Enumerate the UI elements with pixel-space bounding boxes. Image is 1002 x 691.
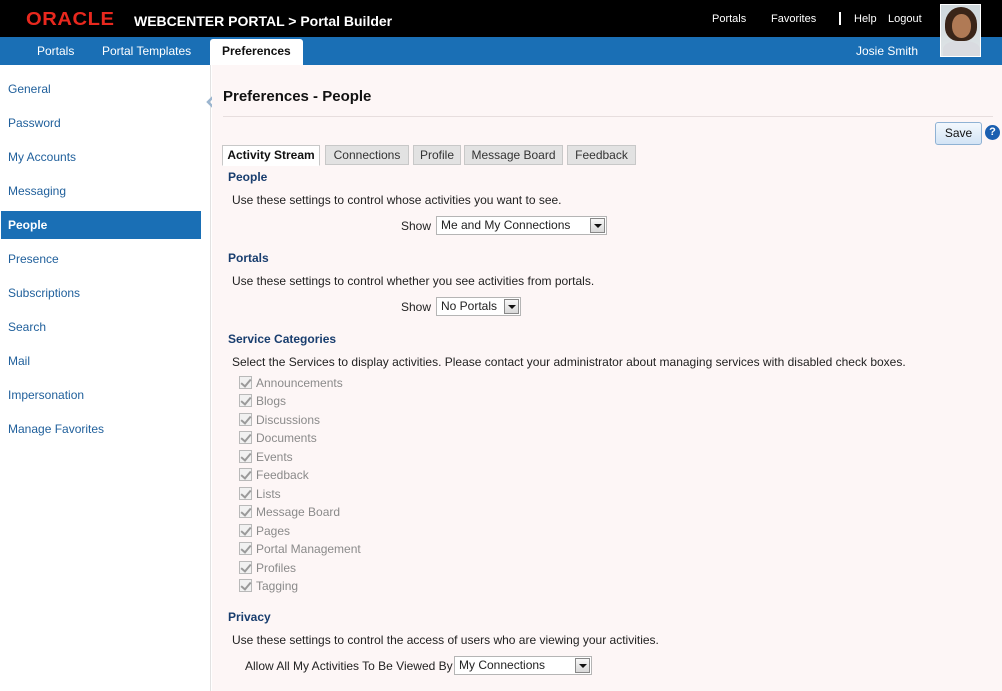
portals-description: Use these settings to control whether yo… [232,274,595,288]
people-show-label: Show [401,219,432,233]
sidebar-item-mail[interactable]: Mail [1,347,201,375]
chevron-down-icon[interactable] [575,658,590,673]
privacy-allow-value: My Connections [459,658,546,672]
nav-tab-portal-templates[interactable]: Portal Templates [102,44,191,58]
title-divider [223,116,993,117]
header-divider [839,12,841,25]
sidebar-item-impersonation[interactable]: Impersonation [1,381,201,409]
check-icon [239,561,252,574]
check-icon [239,505,252,518]
preferences-sidebar: General Password My Accounts Messaging P… [0,65,211,691]
sidebar-item-manage-favorites[interactable]: Manage Favorites [1,415,201,443]
user-name[interactable]: Josie Smith [856,44,918,58]
sidebar-item-my-accounts[interactable]: My Accounts [1,143,201,171]
privacy-allow-label: Allow All My Activities To Be Viewed By [245,659,453,673]
privacy-description: Use these settings to control the access… [232,633,659,647]
favorites-menu[interactable]: Favorites [771,13,816,25]
app-title: WEBCENTER PORTAL > Portal Builder [134,13,393,29]
people-show-select[interactable]: Me and My Connections [436,216,607,235]
user-avatar[interactable] [940,4,981,57]
portals-menu[interactable]: Portals [712,13,746,25]
sidebar-item-people[interactable]: People [1,211,201,239]
tab-feedback[interactable]: Feedback [567,145,636,165]
logout-link[interactable]: Logout [888,13,922,25]
sidebar-item-general[interactable]: General [1,75,201,103]
service-categories-description: Select the Services to display activitie… [232,355,906,369]
portals-show-value: No Portals [441,299,498,313]
chevron-down-icon[interactable] [504,299,519,314]
tab-connections[interactable]: Connections [325,145,409,165]
top-header-bar: ORACLE WEBCENTER PORTAL > Portal Builder… [0,0,1002,37]
tab-activity-stream[interactable]: Activity Stream [222,145,320,166]
people-show-value: Me and My Connections [441,218,571,232]
chevron-down-icon[interactable] [590,218,605,233]
page-title: Preferences - People [223,88,372,105]
check-icon [239,450,252,463]
sidebar-item-search[interactable]: Search [1,313,201,341]
check-icon [239,487,252,500]
sidebar-item-messaging[interactable]: Messaging [1,177,201,205]
service-categories-heading: Service Categories [228,332,337,346]
tab-profile[interactable]: Profile [413,145,461,165]
tab-message-board[interactable]: Message Board [464,145,563,165]
sidebar-item-password[interactable]: Password [1,109,201,137]
main-nav-bar: Portals Portal Templates Preferences Jos… [0,37,1002,65]
portals-show-label: Show [401,300,432,314]
privacy-heading: Privacy [228,610,271,624]
check-icon [239,579,252,592]
save-button[interactable]: Save [935,122,982,145]
check-icon [239,394,252,407]
privacy-allow-select[interactable]: My Connections [454,656,592,675]
check-icon [239,524,252,537]
main-content: Preferences - People Save ? Activity Str… [212,65,1002,691]
sidebar-item-presence[interactable]: Presence [1,245,201,273]
people-description: Use these settings to control whose acti… [232,193,562,207]
check-icon [239,468,252,481]
oracle-logo: ORACLE [26,9,115,29]
people-heading: People [228,170,268,184]
help-link[interactable]: Help [854,13,877,25]
check-icon [239,542,252,555]
sidebar-item-subscriptions[interactable]: Subscriptions [1,279,201,307]
nav-tab-portals[interactable]: Portals [37,44,74,58]
check-icon [239,413,252,426]
check-icon [239,431,252,444]
check-icon [239,376,252,389]
help-icon[interactable]: ? [985,125,1000,140]
portals-show-select[interactable]: No Portals [436,297,521,316]
nav-tab-preferences[interactable]: Preferences [210,39,303,65]
portals-heading: Portals [228,251,269,265]
